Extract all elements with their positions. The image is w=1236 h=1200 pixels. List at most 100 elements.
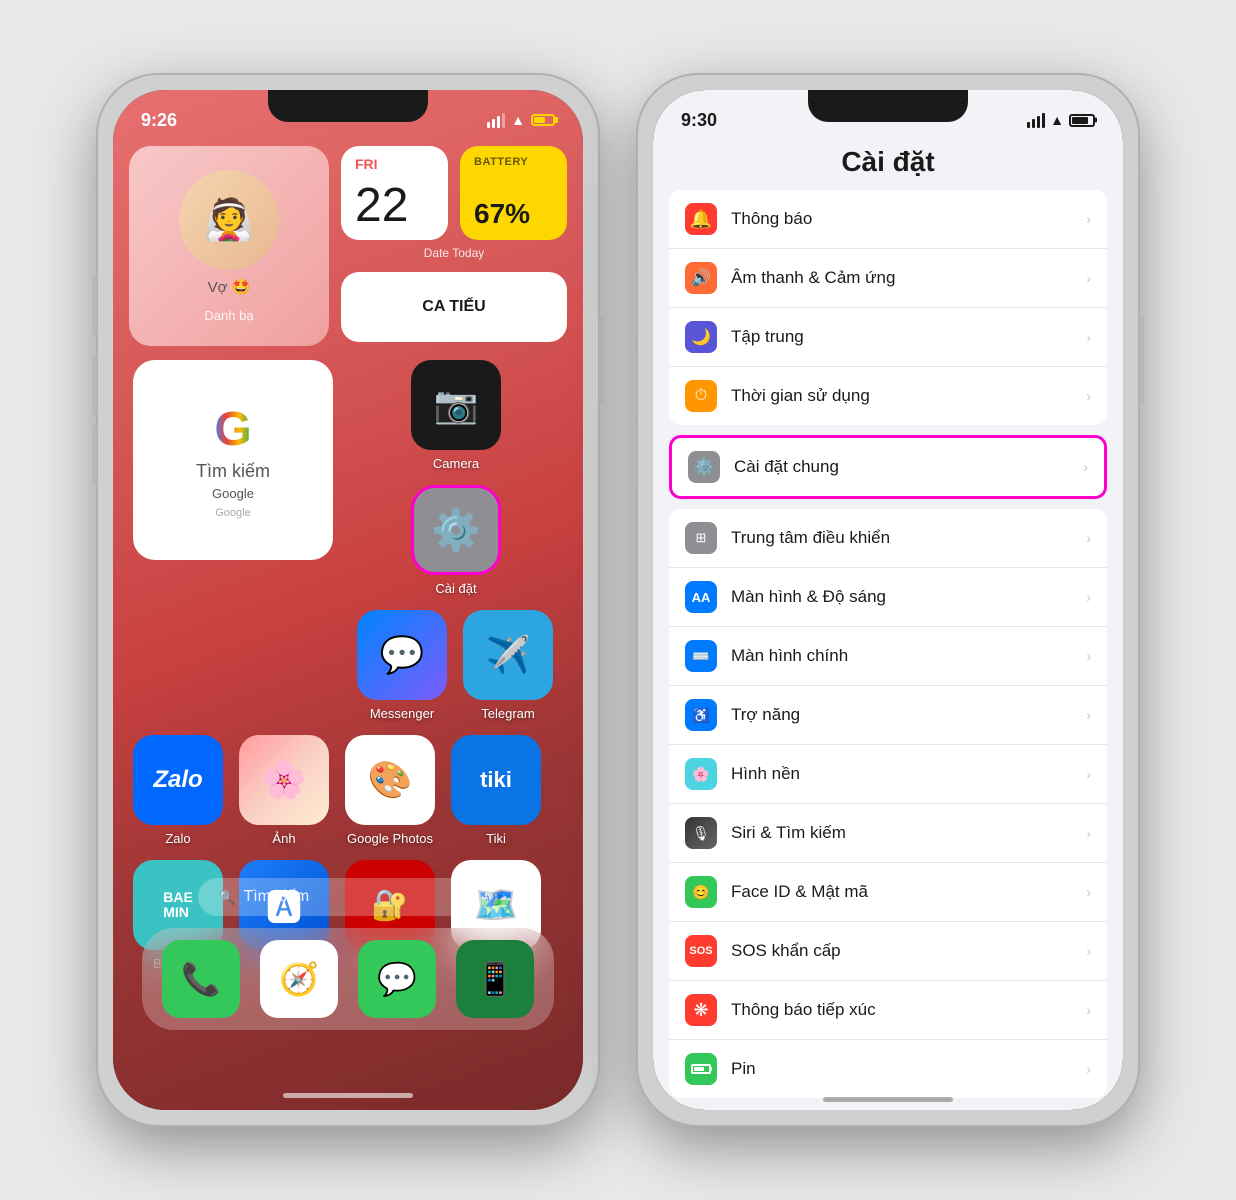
settings-row-sos[interactable]: SOS SOS khẩn cấp › xyxy=(669,922,1107,981)
sound-icon: 🔊 xyxy=(685,262,717,294)
homescreen-chevron: › xyxy=(1086,648,1091,664)
contact-widget-label: Danh bạ xyxy=(204,308,253,323)
settings-row-accessibility[interactable]: ♿ Trợ năng › xyxy=(669,686,1107,745)
home-screen: 9:26 ▲ 👰 xyxy=(113,90,583,1110)
siri-chevron: › xyxy=(1086,825,1091,841)
widgets-right: FRI 22 BATTERY 67% Date Today CA TIẾU xyxy=(341,146,567,346)
contact-avatar: 👰 xyxy=(179,170,279,270)
dock-phone[interactable]: 📞 xyxy=(162,940,240,1018)
settings-status-icons: ▲ xyxy=(1027,112,1095,128)
app-telegram-label: Telegram xyxy=(481,706,534,721)
app-messenger-label: Messenger xyxy=(370,706,434,721)
google-widget[interactable]: G Tìm kiếm Google Google xyxy=(133,360,333,560)
status-time: 9:26 xyxy=(141,110,177,131)
app-telegram[interactable]: ✈️ xyxy=(463,610,553,700)
app-google-photos-label: Google Photos xyxy=(347,831,433,846)
accessibility-icon: ♿ xyxy=(685,699,717,731)
screentime-label: Thời gian sử dụng xyxy=(731,386,1078,406)
date-number: 22 xyxy=(355,182,434,230)
sound-label: Âm thanh & Cảm ứng xyxy=(731,268,1078,288)
notifications-label: Thông báo xyxy=(731,209,1078,229)
app-photos-label: Ảnh xyxy=(272,831,295,846)
settings-wifi-icon: ▲ xyxy=(1050,112,1064,128)
display-chevron: › xyxy=(1086,589,1091,605)
contact-name: Vợ 🤩 xyxy=(208,278,251,296)
settings-time: 9:30 xyxy=(681,110,717,131)
app-tiki[interactable]: tiki xyxy=(451,735,541,825)
app-camera[interactable]: 📷 xyxy=(411,360,501,450)
wallpaper-chevron: › xyxy=(1086,766,1091,782)
battery-settings-label: Pin xyxy=(731,1059,1078,1079)
settings-row-notifications[interactable]: 🔔 Thông báo › xyxy=(669,190,1107,249)
signal-icon xyxy=(487,113,505,128)
settings-screen: 9:30 ▲ Cài đặt xyxy=(653,90,1123,1110)
settings-row-display[interactable]: AA Màn hình & Độ sáng › xyxy=(669,568,1107,627)
app-zalo[interactable]: Zalo xyxy=(133,735,223,825)
focus-chevron: › xyxy=(1086,329,1091,345)
home-indicator-settings xyxy=(823,1097,953,1102)
dock-messages[interactable]: 💬 xyxy=(358,940,436,1018)
wallpaper-icon: 🌸 xyxy=(685,758,717,790)
controlcenter-chevron: › xyxy=(1086,530,1091,546)
settings-section-general: ⚙️ Cài đặt chung › xyxy=(669,435,1107,499)
settings-row-battery[interactable]: Pin › xyxy=(669,1040,1107,1098)
settings-battery-icon xyxy=(1069,114,1095,127)
wallpaper-label: Hình nền xyxy=(731,764,1078,784)
settings-row-focus[interactable]: 🌙 Tập trung › xyxy=(669,308,1107,367)
siri-label: Siri & Tìm kiếm xyxy=(731,823,1078,843)
app-camera-label: Camera xyxy=(433,456,479,471)
battery-widget[interactable]: BATTERY 67% xyxy=(460,146,567,240)
battery-settings-chevron: › xyxy=(1086,1061,1091,1077)
app-settings-label: Cài đặt xyxy=(435,581,476,596)
display-label: Màn hình & Độ sáng xyxy=(731,587,1078,607)
search-icon: 🔍 xyxy=(218,889,235,906)
general-chevron: › xyxy=(1083,459,1088,475)
settings-row-general[interactable]: ⚙️ Cài đặt chung › xyxy=(672,438,1104,496)
faceid-label: Face ID & Mật mã xyxy=(731,882,1078,902)
search-placeholder: Tìm kiếm xyxy=(243,888,309,906)
controlcenter-icon: ⊞ xyxy=(685,522,717,554)
controlcenter-label: Trung tâm điều khiển xyxy=(731,528,1078,548)
app-photos[interactable]: 🌸 xyxy=(239,735,329,825)
notifications-icon: 🔔 xyxy=(685,203,717,235)
app-messenger[interactable]: 💬 xyxy=(357,610,447,700)
settings-row-homescreen[interactable]: ⌨️ Màn hình chính › xyxy=(669,627,1107,686)
dock-area: 🔍 Tìm kiếm 📞 🧭 💬 📱 xyxy=(113,878,583,1030)
battery-settings-icon xyxy=(685,1053,717,1085)
date-day: FRI xyxy=(355,156,434,172)
accessibility-chevron: › xyxy=(1086,707,1091,723)
dock-app4[interactable]: 📱 xyxy=(456,940,534,1018)
battery-pct: 67% xyxy=(474,198,553,230)
screentime-icon: ⏱ xyxy=(685,380,717,412)
general-icon: ⚙️ xyxy=(688,451,720,483)
app-tiki-label: Tiki xyxy=(486,831,506,846)
search-bar[interactable]: 🔍 Tìm kiếm xyxy=(198,878,498,916)
settings-row-controlcenter[interactable]: ⊞ Trung tâm điều khiển › xyxy=(669,509,1107,568)
settings-row-siri[interactable]: 🎙 Siri & Tìm kiếm › xyxy=(669,804,1107,863)
settings-row-sound[interactable]: 🔊 Âm thanh & Cảm ứng › xyxy=(669,249,1107,308)
app-settings[interactable]: ⚙️ xyxy=(411,485,501,575)
dock-safari[interactable]: 🧭 xyxy=(260,940,338,1018)
date-widget[interactable]: FRI 22 xyxy=(341,146,448,240)
dock: 📞 🧭 💬 📱 xyxy=(142,928,554,1030)
battery-icon xyxy=(531,114,555,126)
settings-section-3: ⊞ Trung tâm điều khiển › AA Màn hình & Đ… xyxy=(669,509,1107,1098)
sos-label: SOS khẩn cấp xyxy=(731,941,1078,961)
settings-row-screentime[interactable]: ⏱ Thời gian sử dụng › xyxy=(669,367,1107,425)
settings-section-1: 🔔 Thông báo › 🔊 Âm thanh & Cảm ứng › 🌙 T… xyxy=(669,190,1107,425)
faceid-icon: 😊 xyxy=(685,876,717,908)
settings-title: Cài đặt xyxy=(653,138,1123,190)
app-google-photos[interactable]: 🎨 xyxy=(345,735,435,825)
settings-row-exposure[interactable]: ❋ Thông báo tiếp xúc › xyxy=(669,981,1107,1040)
shortcut-widget[interactable]: CA TIẾU xyxy=(341,272,567,342)
phone-2: 9:30 ▲ Cài đặt xyxy=(638,75,1138,1125)
general-label: Cài đặt chung xyxy=(734,457,1075,477)
focus-icon: 🌙 xyxy=(685,321,717,353)
notifications-chevron: › xyxy=(1086,211,1091,227)
settings-row-wallpaper[interactable]: 🌸 Hình nền › xyxy=(669,745,1107,804)
home-indicator xyxy=(283,1093,413,1098)
exposure-label: Thông báo tiếp xúc xyxy=(731,1000,1078,1020)
contact-widget[interactable]: 👰 Vợ 🤩 Danh bạ xyxy=(129,146,329,346)
notch-2 xyxy=(808,90,968,122)
settings-row-faceid[interactable]: 😊 Face ID & Mật mã › xyxy=(669,863,1107,922)
